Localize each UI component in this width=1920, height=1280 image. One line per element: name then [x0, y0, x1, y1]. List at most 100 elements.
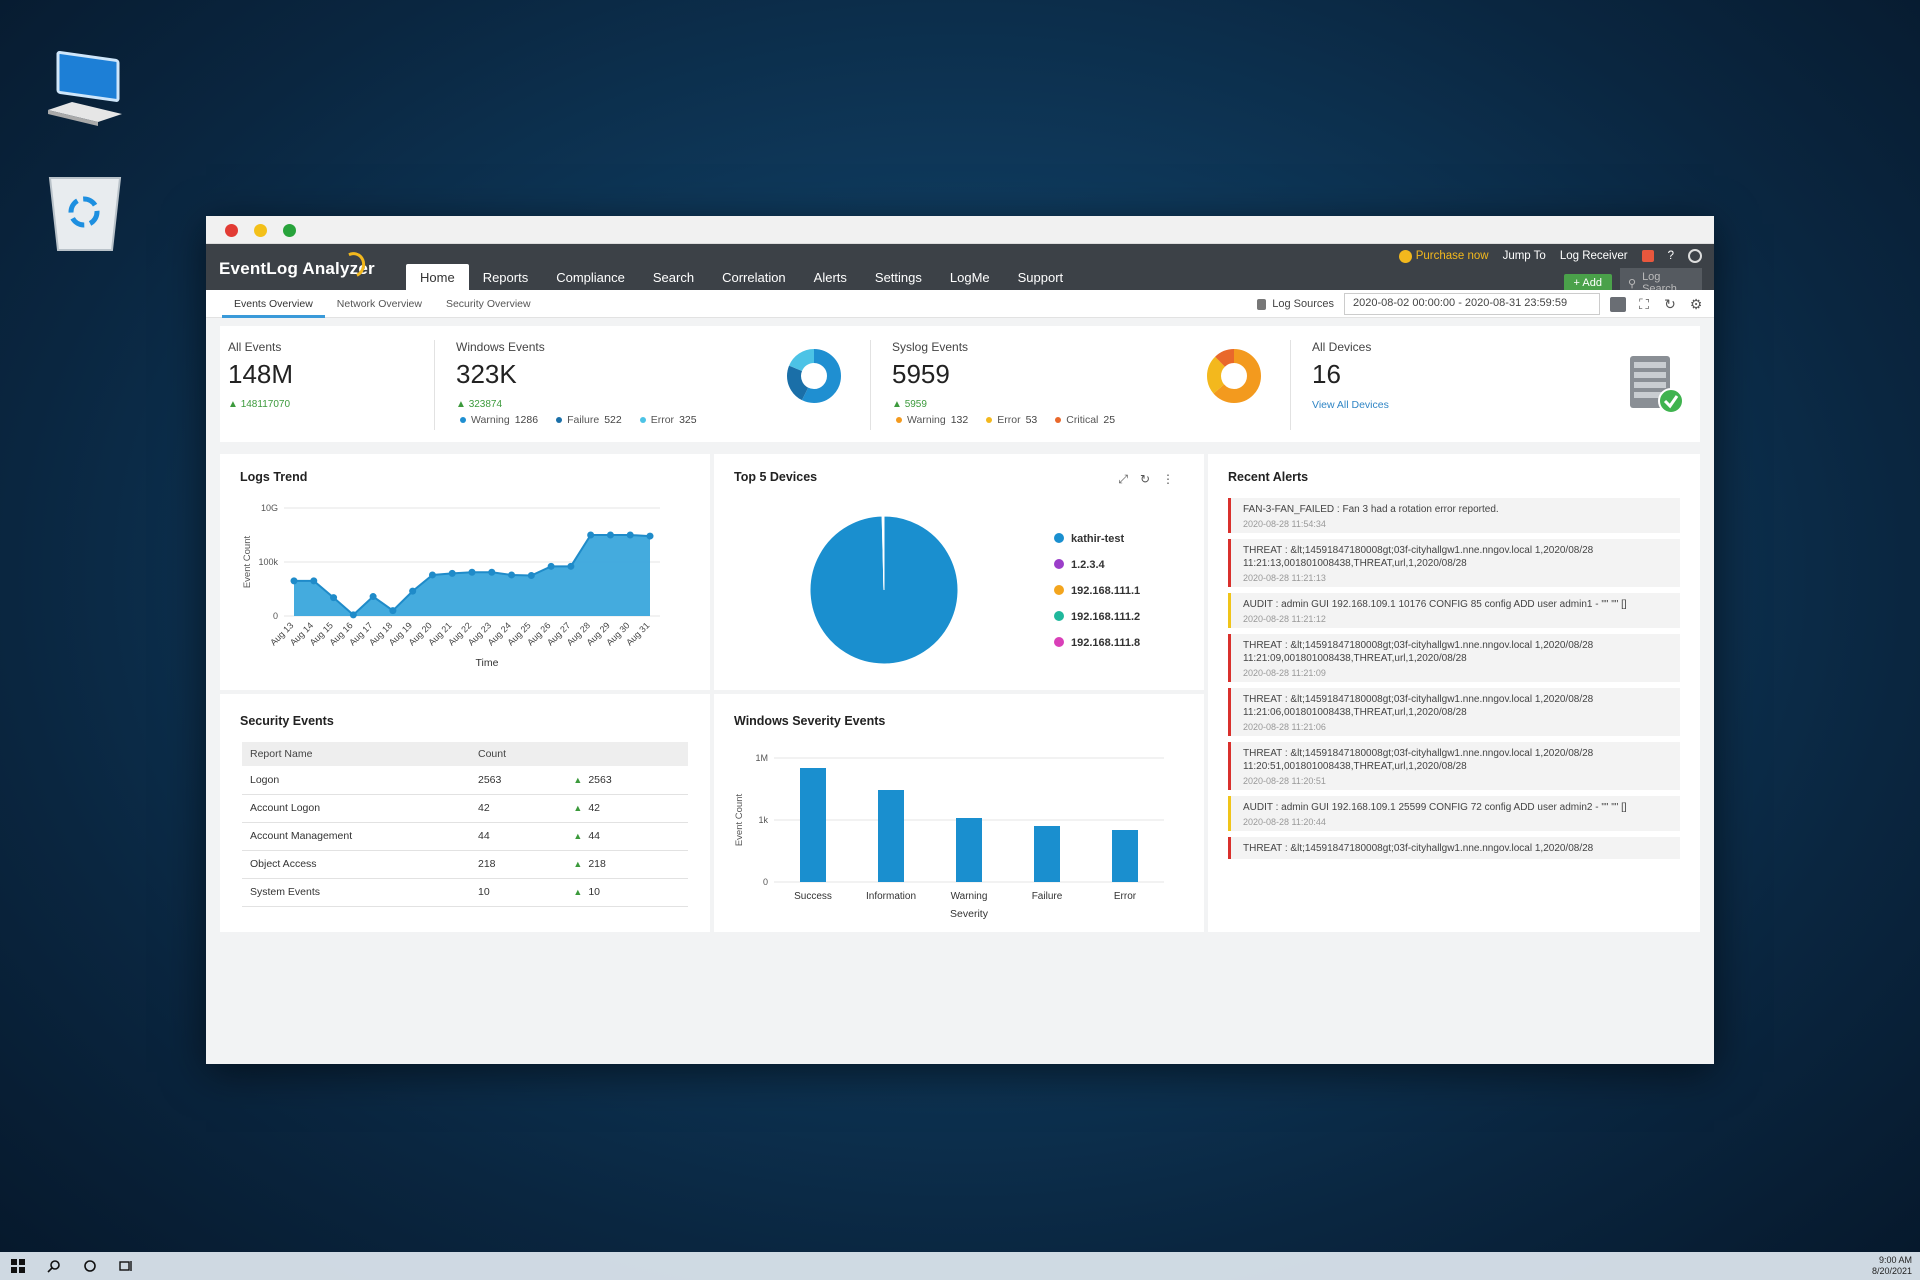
report-name-cell[interactable]: Logon: [242, 766, 470, 795]
bar: [956, 818, 982, 882]
legend-label: Warning: [471, 414, 510, 426]
cortana-icon[interactable]: [83, 1259, 97, 1273]
alert-item[interactable]: THREAT : &lt;14591847180008gt;03f-cityha…: [1228, 742, 1680, 790]
divider: [434, 340, 435, 430]
nav-home[interactable]: Home: [406, 264, 469, 290]
system-clock[interactable]: 9:00 AM 8/20/2021: [1872, 1255, 1912, 1277]
report-name-cell[interactable]: Account Logon: [242, 794, 470, 823]
nav-search[interactable]: Search: [639, 264, 708, 290]
legend-dot: [460, 417, 466, 423]
notification-icon[interactable]: [1641, 250, 1654, 262]
tab-network-overview[interactable]: Network Overview: [325, 290, 434, 318]
table-row[interactable]: Object Access 218 ▲ 218: [242, 850, 688, 879]
trend-point: [626, 531, 634, 539]
trend-point: [428, 571, 436, 579]
legend-item: Critical 25: [1055, 414, 1115, 426]
nav-settings[interactable]: Settings: [861, 264, 936, 290]
report-name-cell[interactable]: Account Management: [242, 822, 470, 851]
report-name-cell[interactable]: System Events: [242, 878, 470, 907]
all-devices-value: 16: [1312, 359, 1341, 389]
windows-start-icon[interactable]: [11, 1259, 25, 1273]
nav-logme[interactable]: LogMe: [936, 264, 1004, 290]
jump-to-link[interactable]: Jump To: [1503, 250, 1546, 262]
purchase-link[interactable]: Purchase now: [1398, 249, 1489, 263]
maximize-window-button[interactable]: [283, 224, 296, 237]
alert-item[interactable]: THREAT : &lt;14591847180008gt;03f-cityha…: [1228, 539, 1680, 587]
legend-label: Critical: [1066, 414, 1099, 426]
all-events-delta: ▲ 148117070: [228, 399, 290, 410]
trend-point: [567, 562, 575, 570]
stats-row: All Events 148M ▲ 148117070 Windows Even…: [220, 326, 1700, 442]
alert-item[interactable]: THREAT : &lt;14591847180008gt;03f-cityha…: [1228, 837, 1680, 859]
calendar-icon[interactable]: [1610, 296, 1626, 312]
x-axis-label: Time: [476, 657, 499, 669]
main-nav: Home Reports Compliance Search Correlati…: [406, 264, 1077, 290]
bar: [1112, 830, 1138, 882]
minimize-window-button[interactable]: [254, 224, 267, 237]
table-row[interactable]: Account Management 44 ▲ 44: [242, 822, 688, 851]
log-sources-button[interactable]: Log Sources: [1257, 298, 1334, 310]
nav-compliance[interactable]: Compliance: [542, 264, 639, 290]
date-range-field[interactable]: 2020-08-02 00:00:00 - 2020-08-31 23:59:5…: [1344, 293, 1600, 315]
table-row[interactable]: System Events 10 ▲ 10: [242, 878, 688, 907]
up-arrow-icon: ▲: [573, 803, 583, 813]
trend-point: [330, 594, 338, 602]
trend-point: [646, 532, 654, 540]
legend-label: Error: [650, 414, 675, 426]
alert-message: THREAT : &lt;14591847180008gt;03f-cityha…: [1243, 843, 1594, 854]
count-cell: 10: [470, 878, 566, 907]
alert-message: THREAT : &lt;14591847180008gt;03f-cityha…: [1243, 694, 1594, 718]
alert-item[interactable]: FAN-3-FAN_FAILED : Fan 3 had a rotation …: [1228, 498, 1680, 533]
alert-item[interactable]: AUDIT : admin GUI 192.168.109.1 10176 CO…: [1228, 593, 1680, 628]
log-receiver-link[interactable]: Log Receiver: [1560, 250, 1628, 262]
alert-message: AUDIT : admin GUI 192.168.109.1 25599 CO…: [1243, 802, 1627, 813]
x-tick-label: Failure: [1032, 891, 1063, 902]
x-tick-label: Success: [794, 891, 832, 902]
nav-alerts[interactable]: Alerts: [800, 264, 861, 290]
alert-message: AUDIT : admin GUI 192.168.109.1 10176 CO…: [1243, 599, 1627, 610]
delta-value: 44: [588, 830, 601, 842]
trend-point: [508, 571, 516, 579]
nav-support[interactable]: Support: [1004, 264, 1078, 290]
help-icon[interactable]: ?: [1668, 250, 1674, 262]
recent-alerts-title: Recent Alerts: [1228, 470, 1309, 484]
delta-cell: ▲ 42: [565, 794, 688, 823]
tab-events-overview[interactable]: Events Overview: [222, 290, 325, 318]
tab-security-overview[interactable]: Security Overview: [434, 290, 543, 318]
windows-events-label: Windows Events: [456, 340, 545, 354]
alert-item[interactable]: THREAT : &lt;14591847180008gt;03f-cityha…: [1228, 688, 1680, 736]
search-icon[interactable]: [47, 1259, 61, 1273]
x-tick-label: Warning: [951, 891, 988, 902]
task-view-icon[interactable]: [119, 1259, 133, 1273]
recycle-bin-icon[interactable]: [42, 168, 128, 254]
table-row[interactable]: Account Logon 42 ▲ 42: [242, 794, 688, 823]
legend-dot: [556, 417, 563, 423]
user-avatar-icon[interactable]: [1688, 249, 1702, 263]
fullscreen-icon[interactable]: ⛶: [1636, 296, 1652, 313]
report-name-cell[interactable]: Object Access: [242, 850, 470, 879]
alert-timestamp: 2020-08-28 11:21:13: [1243, 573, 1326, 583]
nav-reports[interactable]: Reports: [469, 264, 543, 290]
cart-icon: [1398, 249, 1412, 263]
view-all-devices-link[interactable]: View All Devices: [1312, 399, 1389, 411]
add-button-label: Add: [1582, 277, 1602, 289]
y-tick-label: 10G: [261, 503, 278, 513]
delta-value: 218: [588, 858, 606, 870]
legend-value: 25: [1103, 414, 1116, 426]
alert-item[interactable]: THREAT : &lt;14591847180008gt;03f-cityha…: [1228, 634, 1680, 682]
legend-item: Warning 1286: [460, 414, 538, 426]
purchase-label: Purchase now: [1415, 250, 1489, 262]
nav-correlation[interactable]: Correlation: [708, 264, 800, 290]
alert-item[interactable]: AUDIT : admin GUI 192.168.109.1 25599 CO…: [1228, 796, 1680, 831]
legend-value: 325: [679, 414, 697, 426]
refresh-icon[interactable]: ↻: [1662, 296, 1678, 313]
close-window-button[interactable]: [225, 224, 238, 237]
legend-dot: [1055, 417, 1062, 423]
legend-label: 192.168.111.8: [1071, 637, 1140, 649]
gear-icon[interactable]: ⚙: [1688, 296, 1704, 313]
table-row[interactable]: Logon 2563 ▲ 2563: [242, 766, 688, 795]
sub-nav-bar: Events Overview Network Overview Securit…: [206, 290, 1714, 318]
all-events-stat: All Events 148M ▲ 148117070: [228, 326, 418, 442]
computer-desktop-icon[interactable]: [42, 44, 128, 130]
alert-timestamp: 2020-08-28 11:21:12: [1243, 614, 1326, 624]
